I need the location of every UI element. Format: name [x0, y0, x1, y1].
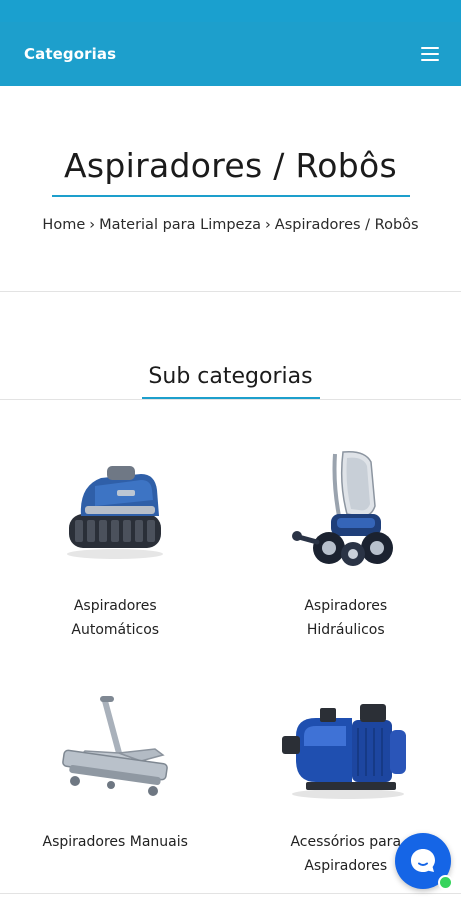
subcategory-card-hidraulicos[interactable]: Aspiradores Hidráulicos: [231, 400, 461, 642]
breadcrumb-separator: ›: [89, 217, 96, 233]
subcategory-label[interactable]: Aspiradores Manuais: [0, 830, 231, 854]
title-underline: [51, 195, 410, 197]
subcategory-label[interactable]: Aspiradores Automáticos: [0, 594, 231, 642]
bottom-divider: [0, 893, 461, 894]
breadcrumb: Home › Material para Limpeza › Aspiradores /…: [0, 217, 461, 233]
pool-pump-image[interactable]: [231, 676, 461, 826]
subcategory-grid: Aspiradores Automáticos Aspiradores Hidr…: [0, 400, 461, 878]
subcategory-card-manuais[interactable]: Aspiradores Manuais: [0, 642, 231, 878]
page-title: Aspiradores / Robôs: [64, 146, 397, 185]
manual-pool-vacuum-head-image[interactable]: [0, 676, 231, 826]
breadcrumb-material-limpeza[interactable]: Material para Limpeza: [99, 217, 261, 233]
subcategory-card-automaticos[interactable]: Aspiradores Automáticos: [0, 400, 231, 642]
robotic-pool-cleaner-image[interactable]: [0, 436, 231, 586]
top-bar: Categorias: [0, 22, 461, 86]
chat-bubble-icon: [411, 849, 435, 872]
hydraulic-pool-cleaner-image[interactable]: [231, 436, 461, 586]
subcategory-label[interactable]: Aspiradores Hidráulicos: [231, 594, 461, 642]
breadcrumb-current: Aspiradores / Robôs: [274, 217, 419, 233]
breadcrumb-separator: ›: [264, 217, 271, 233]
subcategories-header: Sub categorias: [0, 292, 461, 399]
status-strip: [0, 0, 461, 22]
online-status-dot: [438, 875, 453, 890]
subcategories-title: Sub categorias: [148, 364, 313, 389]
page-header: Aspiradores / Robôs Home › Material para L…: [0, 86, 461, 233]
hamburger-menu-icon[interactable]: [421, 47, 439, 61]
header-title: Categorias: [24, 45, 117, 63]
breadcrumb-home[interactable]: Home: [42, 217, 85, 233]
